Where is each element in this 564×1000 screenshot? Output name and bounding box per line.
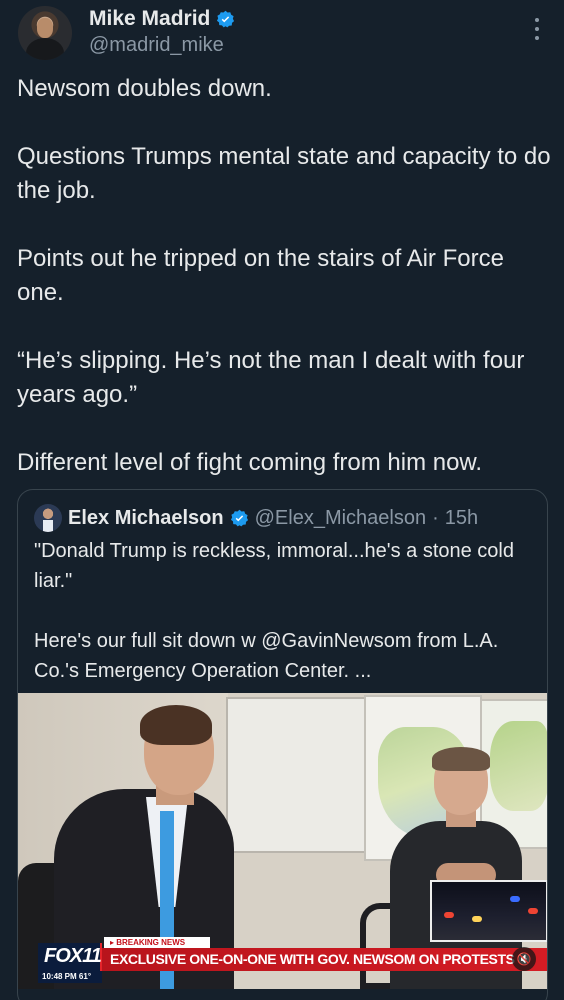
author-name-row[interactable]: Mike Madrid — [89, 7, 235, 31]
verified-badge-icon — [230, 509, 248, 526]
tweet-header: Mike Madrid @madrid_mike — [0, 0, 564, 70]
news-temperature: 61° — [78, 972, 92, 981]
news-lower-third: ▸ BREAKING NEWS FOX11 EXCLUSIVE ONE-ON-O… — [18, 937, 547, 989]
tweet-paragraph: Points out he tripped on the stairs of A… — [17, 245, 504, 306]
quoted-avatar[interactable] — [34, 504, 62, 532]
tweet-paragraph: Newsom doubles down. — [17, 75, 272, 102]
quoted-tweet-text: "Donald Trump is reckless, immoral...he'… — [34, 536, 534, 686]
quoted-tweet-card[interactable]: Elex Michaelson @Elex_Michaelson · 15h "… — [17, 489, 548, 1000]
quoted-author-handle[interactable]: @Elex_Michaelson — [255, 507, 427, 530]
author-name[interactable]: Mike Madrid — [89, 7, 210, 31]
verified-badge-icon — [217, 10, 235, 27]
tweet-paragraph: Questions Trumps mental state and capaci… — [17, 143, 551, 204]
more-dot — [535, 27, 539, 31]
video-player[interactable]: ▸ BREAKING NEWS FOX11 EXCLUSIVE ONE-ON-O… — [18, 693, 547, 989]
avatar-shirt — [26, 38, 64, 60]
video-inset-night-scene — [430, 880, 547, 942]
station-logo: FOX11 — [38, 943, 102, 971]
video-interviewer-hair — [140, 705, 212, 745]
breaking-news-label: ▸ BREAKING NEWS — [104, 937, 210, 948]
tweet-text: Newsom doubles down. Questions Trumps me… — [17, 72, 552, 480]
author-handle[interactable]: @madrid_mike — [89, 34, 224, 57]
quoted-author-name[interactable]: Elex Michaelson — [68, 507, 224, 530]
quoted-timestamp[interactable]: 15h — [445, 507, 478, 530]
avatar-head — [37, 18, 53, 38]
tweet-paragraph: Different level of fight coming from him… — [17, 449, 483, 476]
news-time: 10:48 PM — [42, 972, 77, 981]
tweet-paragraph: “He’s slipping. He’s not the man I dealt… — [17, 347, 525, 408]
avatar[interactable] — [18, 6, 72, 60]
quoted-paragraph: "Donald Trump is reckless, immoral...he'… — [34, 540, 514, 592]
station-logo-text: FOX11 — [44, 945, 102, 967]
quoted-tweet-header: Elex Michaelson @Elex_Michaelson · 15h — [34, 504, 478, 532]
news-time-temp: 10:48 PM 61° — [38, 971, 102, 983]
more-dot — [535, 36, 539, 40]
speaker-muted-icon[interactable]: 🔇 — [512, 947, 536, 971]
quoted-paragraph: Here's our full sit down w @GavinNewsom … — [34, 630, 499, 682]
video-whiteboard — [226, 697, 374, 853]
news-headline-banner: EXCLUSIVE ONE-ON-ONE WITH GOV. NEWSOM ON… — [102, 948, 547, 971]
more-options-icon[interactable] — [534, 18, 540, 40]
more-dot — [535, 18, 539, 22]
video-interviewee-hair — [432, 747, 490, 771]
quoted-separator: · — [432, 506, 439, 529]
